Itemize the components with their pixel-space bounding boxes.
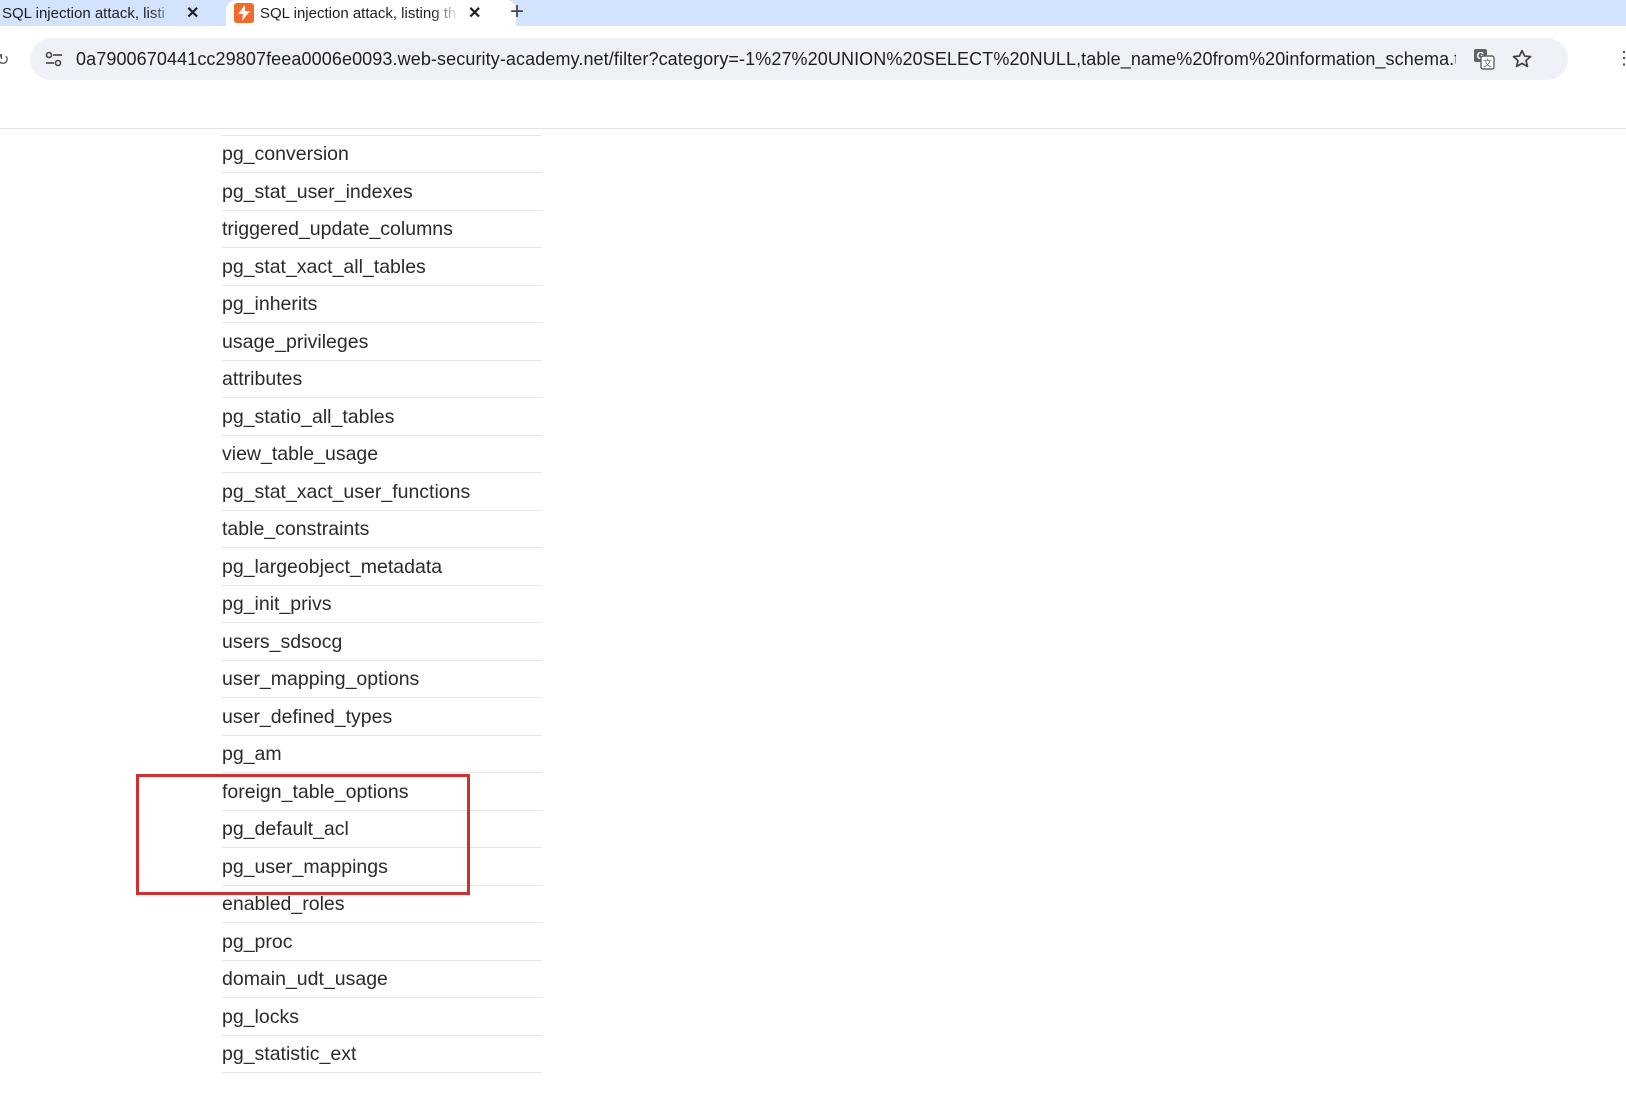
lightning-icon — [238, 5, 250, 21]
table-row: table_constraints — [222, 511, 542, 548]
table-row: pg_stat_xact_all_tables — [222, 248, 542, 286]
page-content: routine_privilegespg_conversionpg_stat_u… — [0, 128, 1626, 1116]
table-row: user_mapping_options — [222, 661, 542, 698]
table-row: pg_init_privs — [222, 586, 542, 623]
tab-title: SQL injection attack, listing th — [260, 4, 460, 22]
table-row: routine_privileges — [222, 128, 542, 136]
table-row: users_sdsocg — [222, 623, 542, 661]
table-row: enabled_roles — [222, 886, 542, 923]
browser-toolbar: ↻ 0a7900670441cc29807feea0006e0093.web-s… — [0, 26, 1626, 129]
url-text[interactable]: 0a7900670441cc29807feea0006e0093.web-sec… — [76, 49, 1456, 70]
tab-title-fade — [432, 4, 460, 22]
table-row: pg_conversion — [222, 136, 542, 173]
table-row: domain_udt_usage — [222, 961, 542, 998]
translate-glyph-icon: G 文 — [1474, 49, 1495, 70]
table-row: foreign_table_options — [222, 773, 542, 811]
tab-title: SQL injection attack, listi — [2, 4, 178, 22]
table-row: pg_statistic_ext — [222, 1036, 542, 1073]
tab-title-text: SQL injection attack, listing th — [260, 4, 457, 22]
tab-title-fade — [150, 4, 178, 22]
bookmark-star-icon[interactable] — [1510, 47, 1534, 71]
close-tab-icon[interactable]: ✕ — [468, 3, 481, 23]
table-row: usage_privileges — [222, 323, 542, 361]
table-row: pg_locks — [222, 998, 542, 1036]
table-row: view_table_usage — [222, 436, 542, 473]
tune-icon — [45, 51, 62, 67]
reload-icon[interactable]: ↻ — [0, 50, 9, 70]
menu-icon[interactable]: ⋮ — [1615, 48, 1626, 69]
table-row: triggered_update_columns — [222, 211, 542, 248]
translate-icon[interactable]: G 文 — [1472, 47, 1496, 71]
portswigger-favicon-icon — [234, 3, 254, 23]
tab-strip: SQL injection attack, listi ✕ SQL inject… — [0, 0, 1626, 26]
table-row: pg_am — [222, 736, 542, 773]
table-row: pg_stat_user_indexes — [222, 173, 542, 211]
table-row: pg_user_mappings — [222, 848, 542, 886]
new-tab-button[interactable]: + — [510, 0, 524, 26]
browser-tab-1[interactable]: SQL injection attack, listi ✕ — [0, 0, 220, 26]
browser-tab-2-active[interactable]: SQL injection attack, listing th ✕ — [226, 0, 516, 26]
table-row: pg_proc — [222, 923, 542, 961]
table-name-list: routine_privilegespg_conversionpg_stat_u… — [222, 128, 542, 1073]
table-row: pg_largeobject_metadata — [222, 548, 542, 586]
svg-text:文: 文 — [1483, 58, 1492, 70]
table-row: pg_stat_xact_user_functions — [222, 473, 542, 511]
address-bar[interactable]: 0a7900670441cc29807feea0006e0093.web-sec… — [30, 38, 1568, 80]
table-row: attributes — [222, 361, 542, 398]
table-row: user_defined_types — [222, 698, 542, 736]
star-icon — [1512, 49, 1532, 68]
site-info-icon[interactable] — [42, 47, 66, 71]
close-tab-icon[interactable]: ✕ — [186, 3, 199, 23]
table-row: pg_statio_all_tables — [222, 398, 542, 436]
tab-title-text: SQL injection attack, listi — [2, 4, 165, 22]
table-row: pg_default_acl — [222, 811, 542, 848]
table-row: pg_inherits — [222, 286, 542, 323]
